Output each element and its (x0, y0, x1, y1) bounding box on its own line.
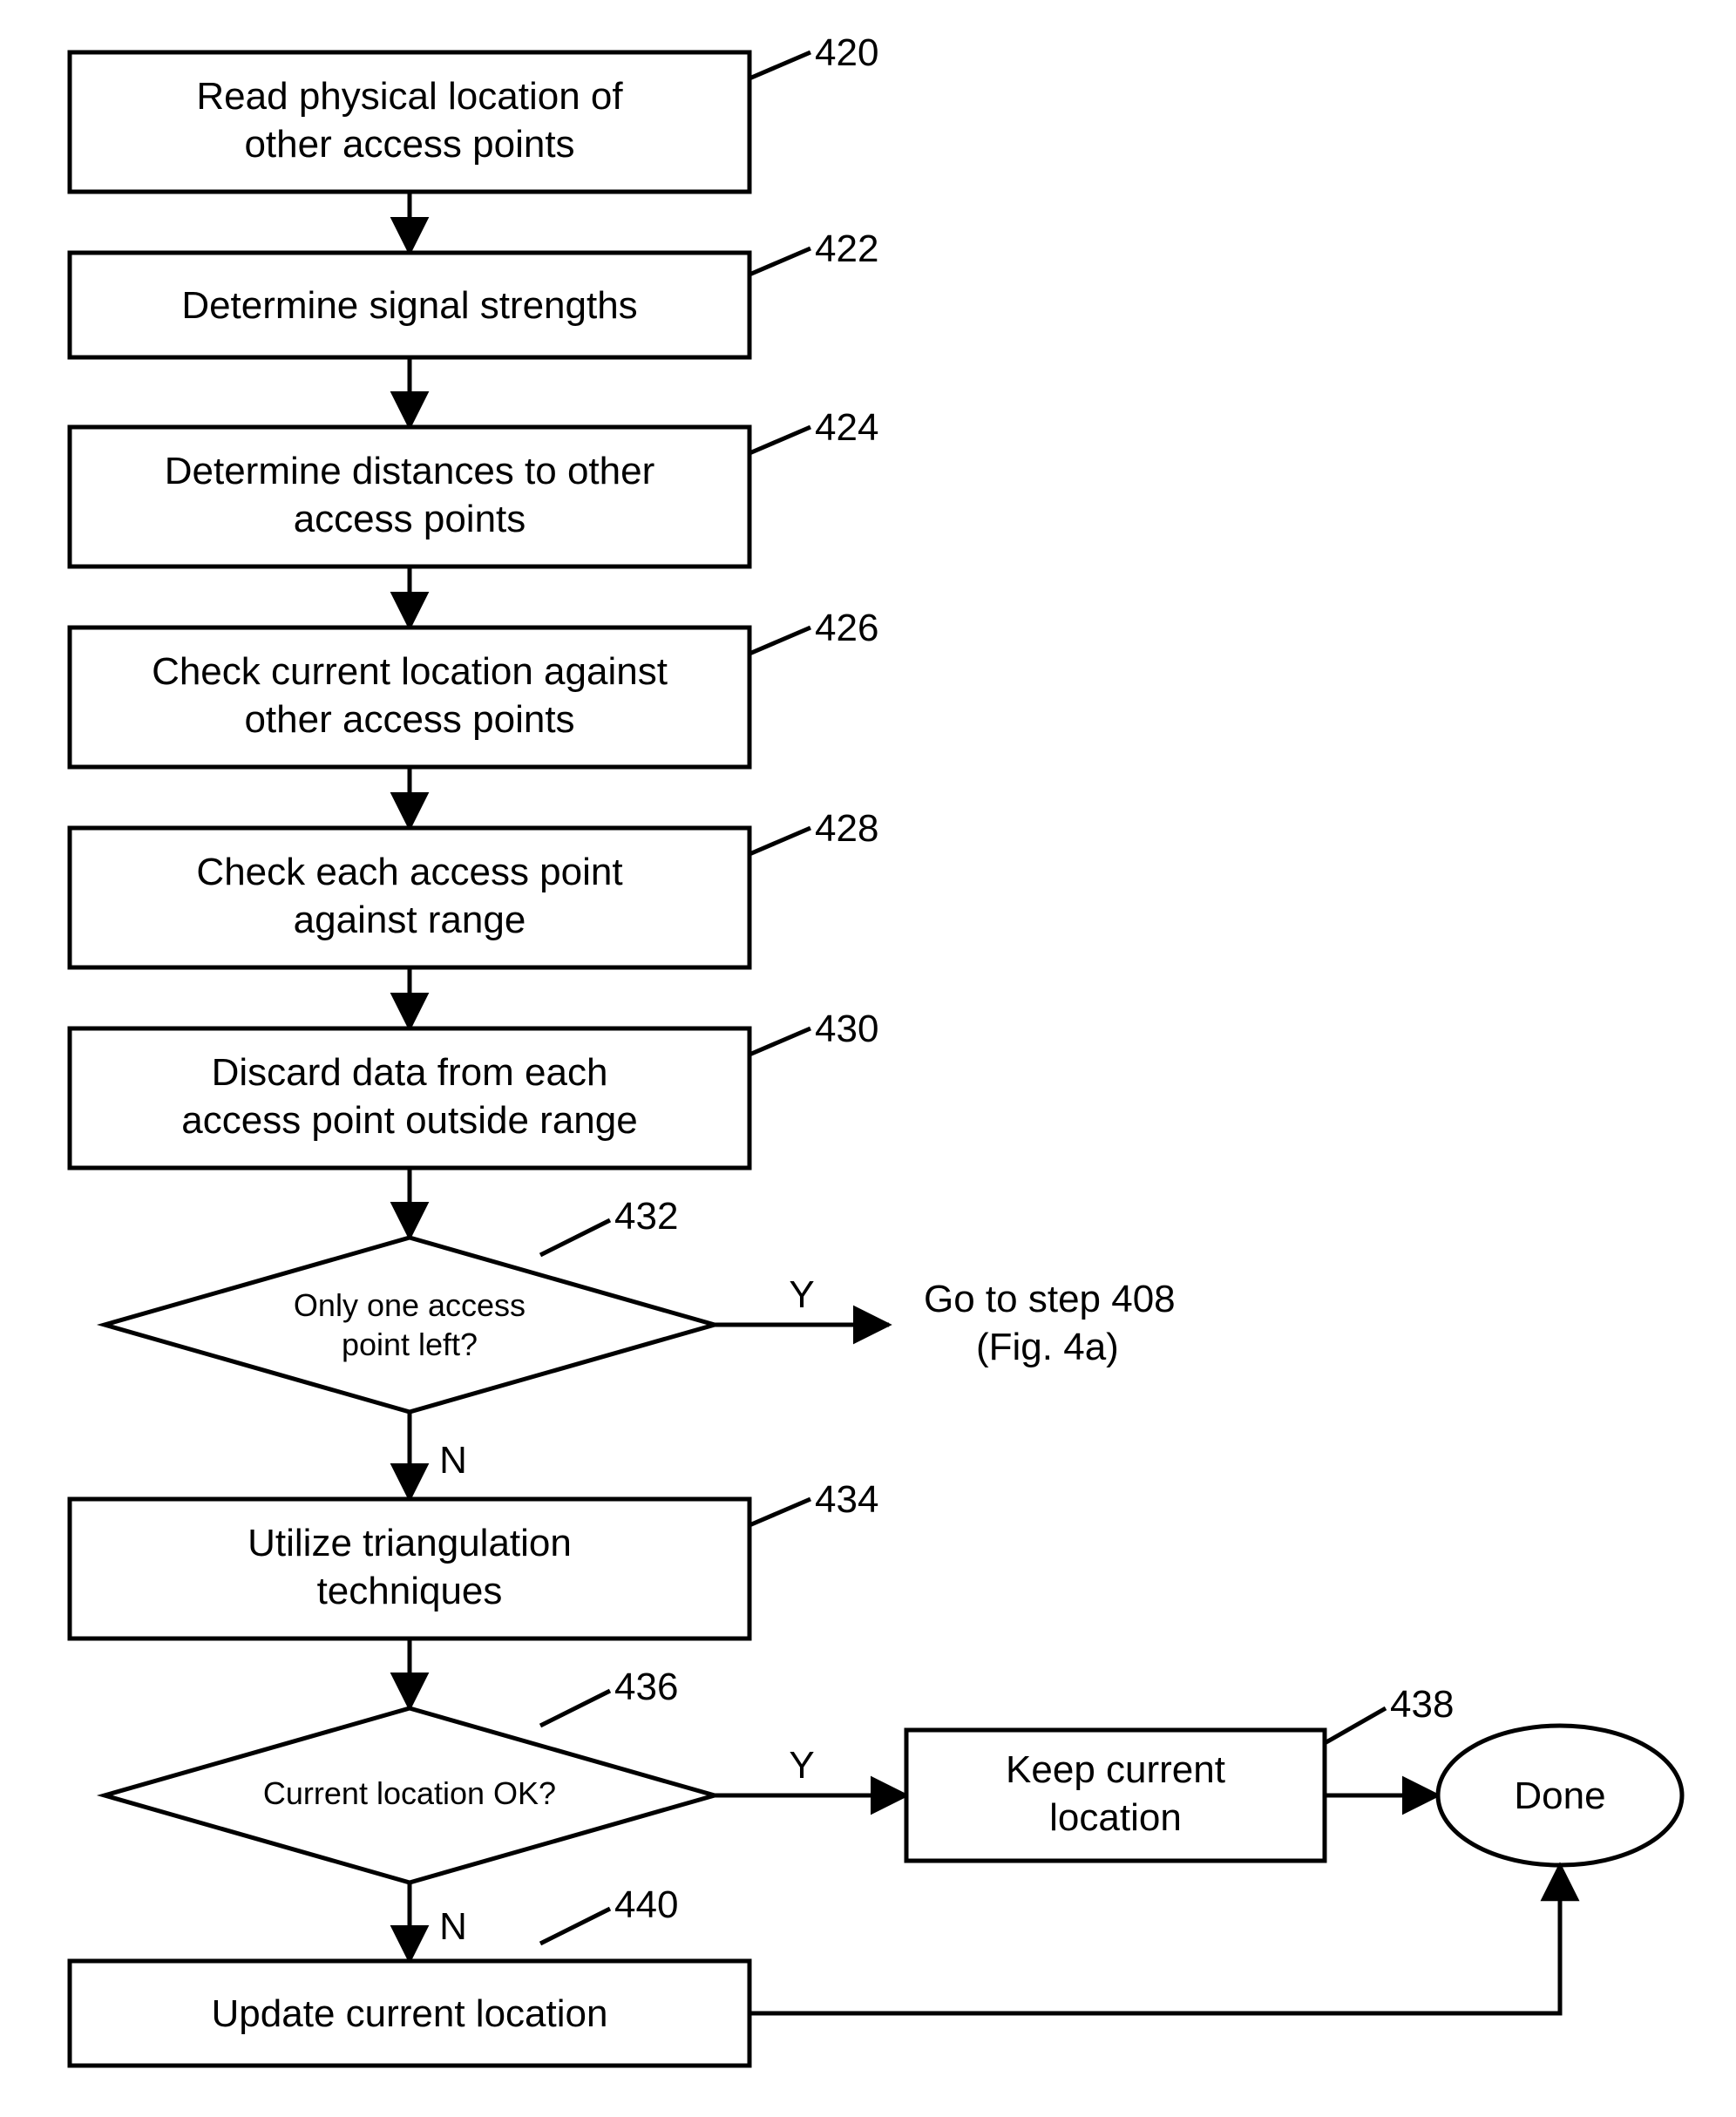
label-432-Y: Y (789, 1273, 814, 1316)
n422-line1: Determine signal strengths (181, 284, 637, 327)
n424-ref: 424 (815, 406, 878, 449)
n440-line1: Update current location (212, 1992, 608, 2035)
process-keep-location: Keep current location 438 (906, 1683, 1454, 1861)
n434-line1: Utilize triangulation (248, 1522, 572, 1564)
n428-line1: Check each access point (196, 851, 622, 893)
n422-ref: 422 (815, 227, 878, 270)
n432-ref: 432 (614, 1195, 678, 1238)
n430-line1: Discard data from each (212, 1051, 608, 1094)
terminator-done: Done (1438, 1726, 1682, 1865)
n434-line2: techniques (317, 1570, 503, 1612)
goto-step-408: Go to step 408 (Fig. 4a) (924, 1278, 1176, 1368)
n424-line2: access points (294, 498, 526, 540)
n432-line2: point left? (342, 1327, 478, 1362)
n426-line2: other access points (244, 698, 574, 741)
n436-line1: Current location OK? (263, 1775, 556, 1811)
n426-line1: Check current location against (152, 650, 668, 693)
n432-line1: Only one access (294, 1287, 526, 1323)
process-signal-strengths: Determine signal strengths 422 (70, 227, 878, 357)
n430-ref: 430 (815, 1008, 878, 1050)
n420-line1: Read physical location of (196, 75, 623, 118)
edge-440-done (749, 1865, 1560, 2013)
n430-line2: access point outside range (181, 1099, 637, 1142)
n428-line2: against range (294, 899, 526, 941)
process-determine-distances: Determine distances to other access poin… (70, 406, 878, 567)
process-read-location: Read physical location of other access p… (70, 31, 878, 192)
n426-ref: 426 (815, 607, 878, 649)
n436-ref: 436 (614, 1666, 678, 1708)
n424-line1: Determine distances to other (165, 450, 655, 492)
n438-ref: 438 (1390, 1683, 1454, 1726)
n428-ref: 428 (815, 807, 878, 850)
process-check-current-location: Check current location against other acc… (70, 607, 878, 767)
label-436-Y: Y (789, 1744, 814, 1787)
n438-line2: location (1049, 1796, 1182, 1839)
done-line1: Done (1514, 1774, 1605, 1817)
process-check-against-range: Check each access point against range 42… (70, 807, 878, 967)
n440-ref: 440 (614, 1883, 678, 1926)
n434-ref: 434 (815, 1478, 878, 1521)
process-triangulation: Utilize triangulation techniques 434 (70, 1478, 878, 1639)
n420-ref: 420 (815, 31, 878, 74)
label-436-N: N (439, 1905, 467, 1948)
n420-line2: other access points (244, 123, 574, 166)
process-discard-data: Discard data from each access point outs… (70, 1008, 878, 1168)
goto-line2: (Fig. 4a) (976, 1326, 1119, 1368)
goto-line1: Go to step 408 (924, 1278, 1176, 1320)
label-432-N: N (439, 1439, 467, 1482)
n438-line1: Keep current (1006, 1748, 1225, 1791)
